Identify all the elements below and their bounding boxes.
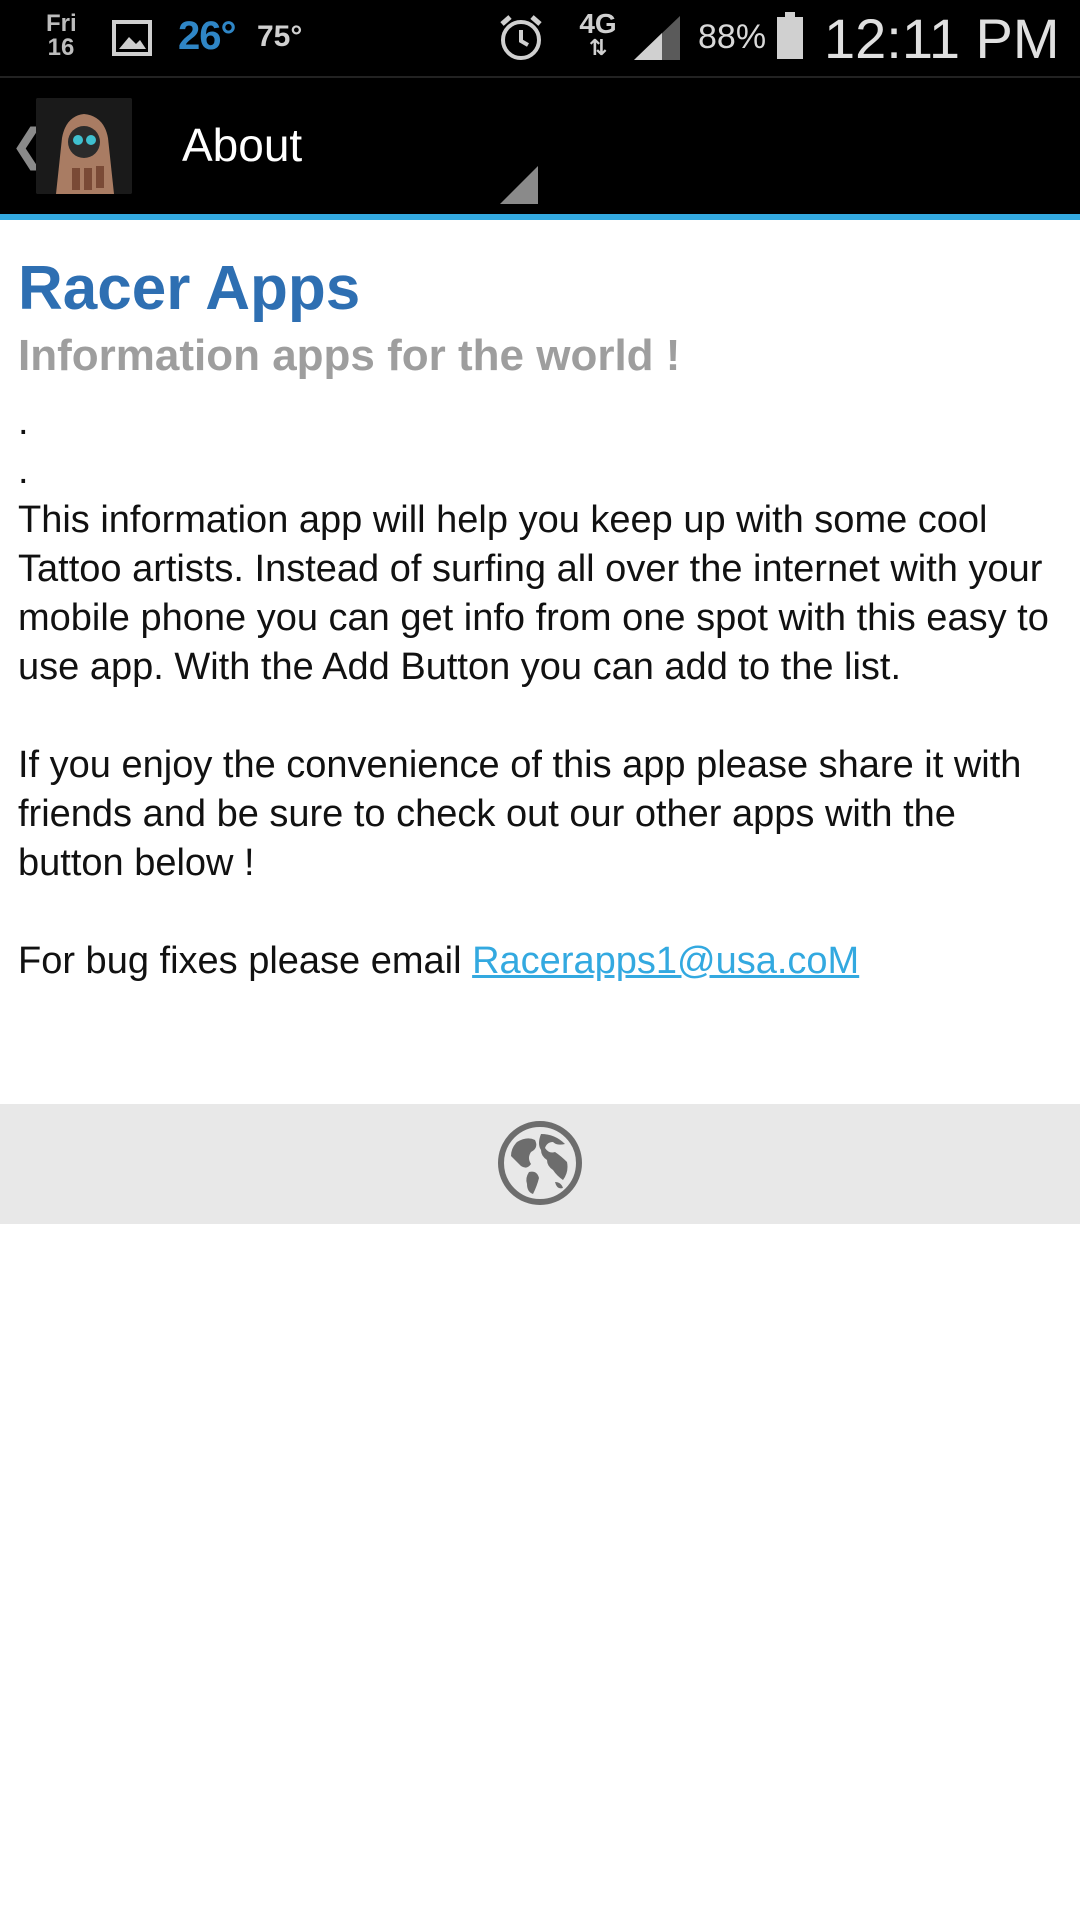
day-label: Fri	[46, 10, 77, 37]
status-bar: Fri 16 26° 75° 4G ⇅ 88% 12:11 PM	[0, 0, 1080, 78]
footer-bar	[0, 1104, 1080, 1224]
description-paragraph: This information app will help you keep …	[18, 499, 1049, 688]
alarm-icon	[496, 12, 546, 64]
spinner-indicator-icon[interactable]	[500, 166, 538, 204]
bug-report-label: For bug fixes please email	[18, 940, 473, 982]
action-bar-divider	[0, 214, 1080, 220]
about-content: Racer Apps Information apps for the worl…	[18, 252, 1062, 986]
email-link[interactable]: Racerapps1@usa.coM	[472, 940, 859, 982]
about-body: . . This information app will help you k…	[18, 398, 1062, 986]
date-label: 16	[47, 34, 75, 61]
date-indicator: Fri 16	[46, 10, 77, 61]
data-arrows-icon: ⇅	[588, 35, 608, 60]
share-paragraph: If you enjoy the convenience of this app…	[18, 744, 1022, 884]
globe-icon[interactable]	[497, 1120, 583, 1206]
app-logo-icon[interactable]	[36, 98, 132, 194]
weather-temp-primary: 26°	[178, 14, 236, 58]
page-title: About	[182, 119, 303, 171]
network-indicator: 4G ⇅	[576, 8, 620, 60]
bug-report-line: For bug fixes please email Racerapps1@us…	[18, 937, 1062, 986]
action-bar: ❮ About	[0, 78, 1080, 214]
signal-icon	[632, 14, 682, 62]
battery-percent: 88%	[698, 18, 767, 56]
tagline: Information apps for the world !	[18, 331, 681, 380]
spacer-dot: .	[18, 450, 29, 492]
app-name-heading: Racer Apps	[18, 254, 361, 323]
clock-time: 12:11 PM	[824, 7, 1060, 70]
battery-icon	[776, 12, 804, 60]
weather-temp-secondary: 75°	[257, 20, 303, 53]
spacer-dot: .	[18, 401, 29, 443]
gallery-icon	[112, 18, 152, 58]
